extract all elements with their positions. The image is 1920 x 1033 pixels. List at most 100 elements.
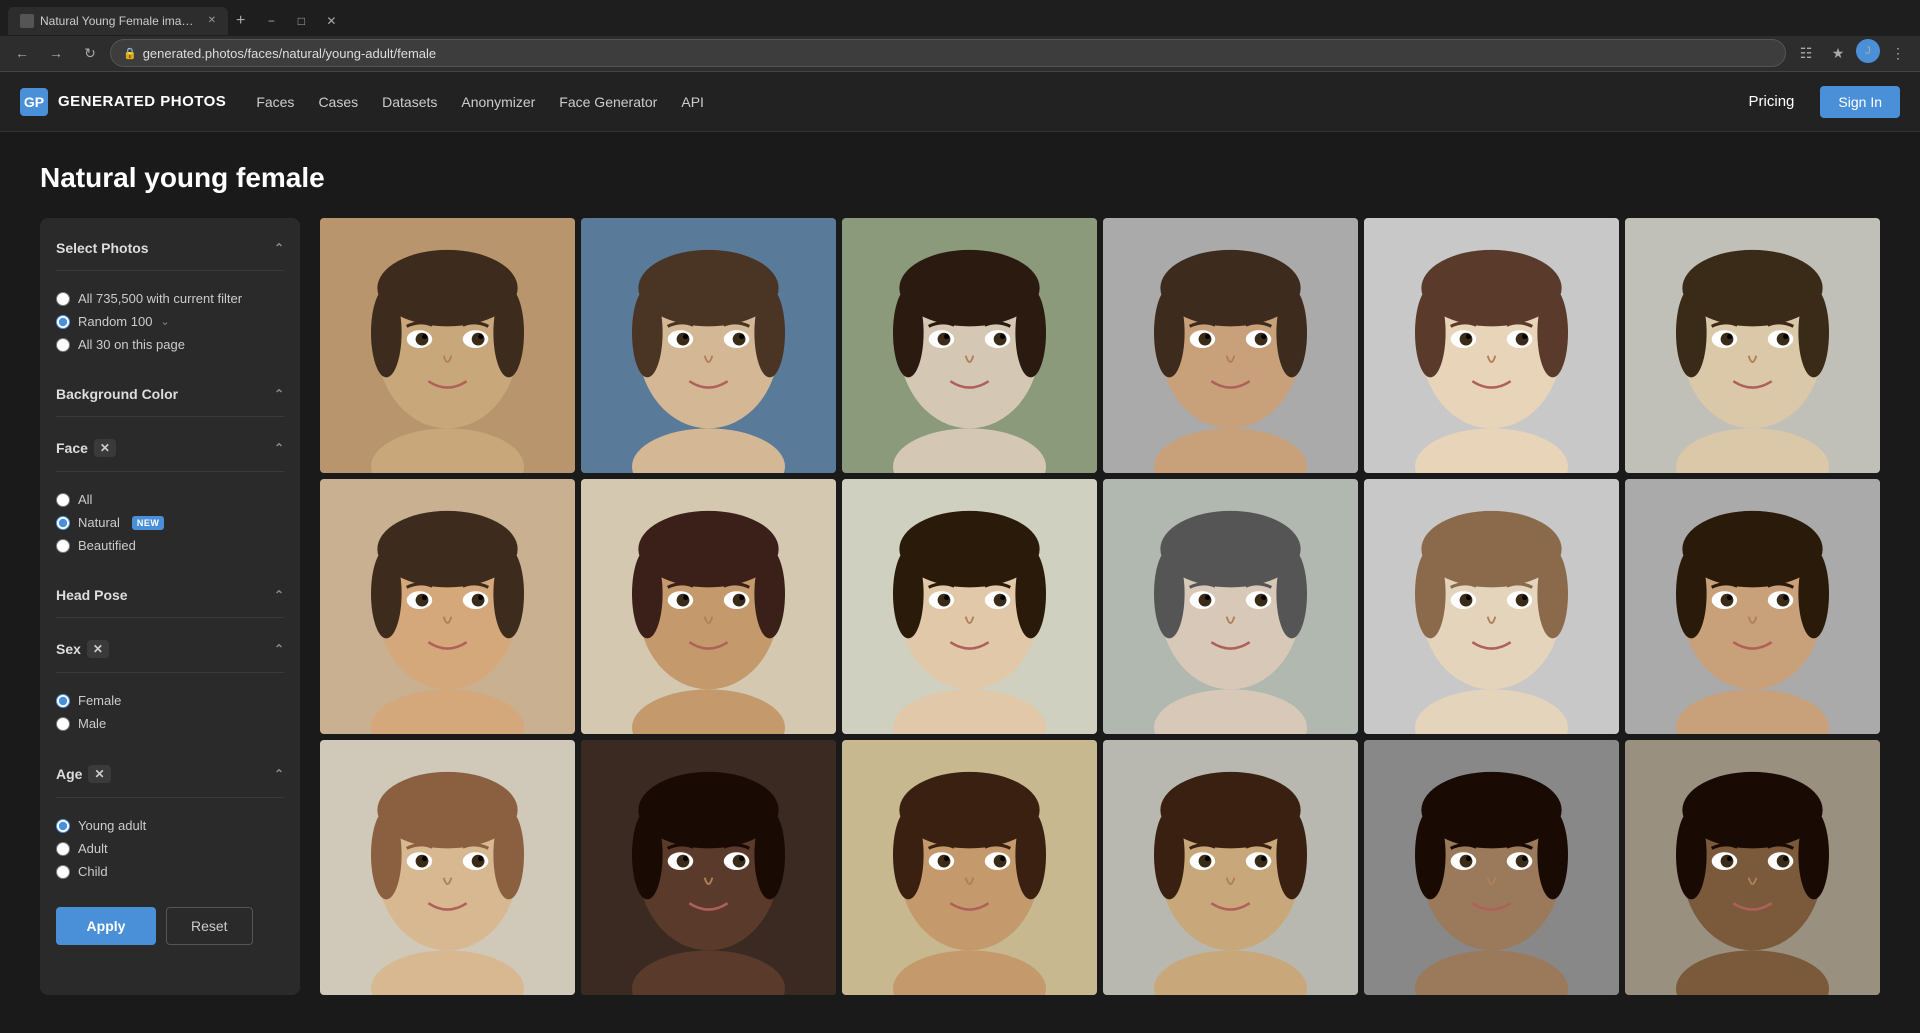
sex-options: Female Male <box>56 681 284 743</box>
nav-faces[interactable]: Faces <box>256 94 294 110</box>
nav-cases[interactable]: Cases <box>318 94 358 110</box>
select-random-option[interactable]: Random 100 ⌄ <box>56 310 284 333</box>
apply-button[interactable]: Apply <box>56 907 156 945</box>
nav-anonymizer[interactable]: Anonymizer <box>461 94 535 110</box>
age-header[interactable]: Age ✕ ⌃ <box>56 759 284 789</box>
page-title: Natural young female <box>40 162 1880 194</box>
photo-card[interactable] <box>320 479 575 734</box>
photo-card[interactable] <box>320 740 575 995</box>
sidebar: Select Photos ⌃ All 735,500 with current… <box>40 218 300 995</box>
photo-card[interactable] <box>1103 479 1358 734</box>
photo-card[interactable] <box>581 740 836 995</box>
age-active-tag: ✕ <box>88 765 110 783</box>
face-beautified-radio[interactable] <box>56 539 70 553</box>
select-all-radio[interactable] <box>56 292 70 306</box>
photo-card[interactable] <box>1103 218 1358 473</box>
browser-tab[interactable]: Natural Young Female images | ✕ <box>8 7 228 35</box>
nav-api[interactable]: API <box>681 94 704 110</box>
sex-male-radio[interactable] <box>56 717 70 731</box>
sex-male-option[interactable]: Male <box>56 712 284 735</box>
face-natural-option[interactable]: Natural NEW <box>56 511 284 534</box>
extensions-icon[interactable]: ☷ <box>1792 39 1820 67</box>
select-photos-divider <box>56 270 284 271</box>
bookmark-icon[interactable]: ★ <box>1824 39 1852 67</box>
sex-female-radio[interactable] <box>56 694 70 708</box>
select-photos-label: Select Photos <box>56 240 149 256</box>
face-section: Face ✕ ⌃ All Natural <box>56 433 284 565</box>
page-content: Natural young female Select Photos ⌃ All… <box>0 132 1920 1025</box>
sex-female-option[interactable]: Female <box>56 689 284 712</box>
photo-card[interactable] <box>842 479 1097 734</box>
menu-icon[interactable]: ⋮ <box>1884 39 1912 67</box>
select-page-radio[interactable] <box>56 338 70 352</box>
select-photos-options: All 735,500 with current filter Random 1… <box>56 279 284 364</box>
background-color-header[interactable]: Background Color ⌃ <box>56 380 284 408</box>
photo-grid <box>320 218 1880 995</box>
age-adult-option[interactable]: Adult <box>56 837 284 860</box>
photo-card[interactable] <box>1625 479 1880 734</box>
photo-card[interactable] <box>1103 740 1358 995</box>
face-active-tag: ✕ <box>94 439 116 457</box>
age-chevron: ⌃ <box>274 767 284 781</box>
forward-button[interactable]: → <box>42 39 70 67</box>
tab-favicon <box>20 14 34 28</box>
select-photos-section: Select Photos ⌃ All 735,500 with current… <box>56 234 284 364</box>
age-label: Age <box>56 766 82 782</box>
head-pose-divider <box>56 617 284 618</box>
face-all-radio[interactable] <box>56 493 70 507</box>
select-page-option[interactable]: All 30 on this page <box>56 333 284 356</box>
tab-close-icon[interactable]: ✕ <box>208 15 216 26</box>
photo-card[interactable] <box>1364 740 1619 995</box>
header-actions: Pricing Sign In <box>1733 85 1900 118</box>
photo-card[interactable] <box>581 479 836 734</box>
sex-section: Sex ✕ ⌃ Female Male <box>56 634 284 743</box>
nav-face-generator[interactable]: Face Generator <box>559 94 657 110</box>
face-natural-radio[interactable] <box>56 516 70 530</box>
url-text: generated.photos/faces/natural/young-adu… <box>143 46 436 61</box>
photo-card[interactable] <box>1625 218 1880 473</box>
pricing-button[interactable]: Pricing <box>1733 85 1811 118</box>
address-bar[interactable]: 🔒 generated.photos/faces/natural/young-a… <box>110 39 1786 67</box>
photo-card[interactable] <box>1364 218 1619 473</box>
reload-button[interactable]: ↻ <box>76 39 104 67</box>
age-young-adult-option[interactable]: Young adult <box>56 814 284 837</box>
face-all-option[interactable]: All <box>56 488 284 511</box>
photo-card[interactable] <box>1364 479 1619 734</box>
photo-card[interactable] <box>842 740 1097 995</box>
reset-button[interactable]: Reset <box>166 907 253 945</box>
face-beautified-option[interactable]: Beautified <box>56 534 284 557</box>
face-options: All Natural NEW Beautified <box>56 480 284 565</box>
select-photos-header[interactable]: Select Photos ⌃ <box>56 234 284 262</box>
nav-datasets[interactable]: Datasets <box>382 94 437 110</box>
age-options: Young adult Adult Child <box>56 806 284 891</box>
background-color-section: Background Color ⌃ <box>56 380 284 417</box>
select-random-radio[interactable] <box>56 315 70 329</box>
face-chevron: ⌃ <box>274 441 284 455</box>
face-header[interactable]: Face ✕ ⌃ <box>56 433 284 463</box>
face-label-group: Face ✕ <box>56 439 116 457</box>
back-button[interactable]: ← <box>8 39 36 67</box>
head-pose-header[interactable]: Head Pose ⌃ <box>56 581 284 609</box>
dropdown-indicator[interactable]: ⌄ <box>160 315 169 328</box>
photo-card[interactable] <box>1625 740 1880 995</box>
app-header: GP GENERATED PHOTOS Faces Cases Datasets… <box>0 72 1920 132</box>
photo-card[interactable] <box>581 218 836 473</box>
age-adult-radio[interactable] <box>56 842 70 856</box>
head-pose-section: Head Pose ⌃ <box>56 581 284 618</box>
sex-label-group: Sex ✕ <box>56 640 109 658</box>
select-all-option[interactable]: All 735,500 with current filter <box>56 287 284 310</box>
photo-card[interactable] <box>842 218 1097 473</box>
photo-card[interactable] <box>320 218 575 473</box>
signin-button[interactable]: Sign In <box>1820 86 1900 118</box>
close-window-button[interactable]: ✕ <box>317 7 345 35</box>
background-color-divider <box>56 416 284 417</box>
action-buttons: Apply Reset <box>56 907 284 945</box>
profile-icon[interactable]: J <box>1856 39 1880 63</box>
age-child-radio[interactable] <box>56 865 70 879</box>
new-tab-button[interactable]: + <box>228 8 253 34</box>
minimize-button[interactable]: − <box>257 7 285 35</box>
age-child-option[interactable]: Child <box>56 860 284 883</box>
maximize-button[interactable]: □ <box>287 7 315 35</box>
age-young-adult-radio[interactable] <box>56 819 70 833</box>
sex-header[interactable]: Sex ✕ ⌃ <box>56 634 284 664</box>
